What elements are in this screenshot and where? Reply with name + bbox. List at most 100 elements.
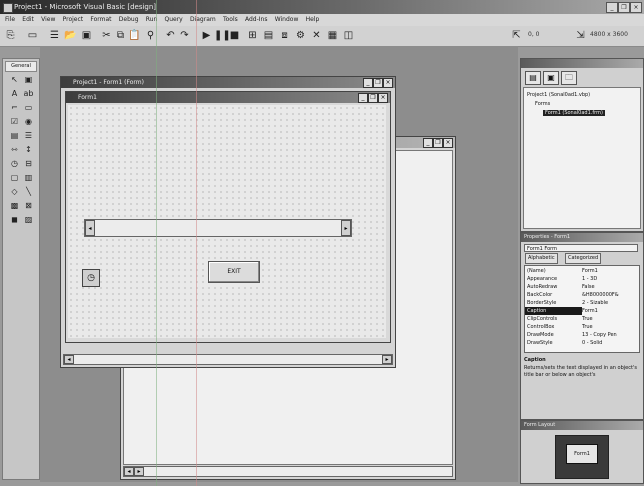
designer-maximize-icon[interactable]: ❐ <box>373 78 383 88</box>
shape-icon[interactable]: ◇ <box>9 187 20 197</box>
checkbox-icon[interactable]: ☑ <box>9 117 20 127</box>
menu-add-ins[interactable]: Add-Ins <box>245 14 267 26</box>
form-horizontal-scrollbar[interactable]: ◂ ▸ <box>84 219 352 237</box>
form-layout-icon[interactable]: ⧈ <box>278 29 291 42</box>
form1-minimize-icon[interactable]: _ <box>358 93 368 103</box>
menu-file[interactable]: File <box>5 14 15 26</box>
drivelistbox-icon[interactable]: ⊟ <box>23 159 34 169</box>
property-row[interactable]: BorderStyle 2 - Sizable <box>525 299 635 307</box>
bg-close-icon[interactable]: × <box>443 138 453 148</box>
menu-debug[interactable]: Debug <box>119 14 139 26</box>
data-view-icon[interactable]: ▦ <box>326 29 339 42</box>
hscrollbar-icon[interactable]: ⇿ <box>9 145 20 155</box>
toolbox-icon[interactable]: ✕ <box>310 29 323 42</box>
image-icon[interactable]: ▩ <box>9 201 20 211</box>
property-row[interactable]: ControlBox True <box>525 323 635 331</box>
property-row[interactable]: BackColor &H8000000F& <box>525 291 635 299</box>
exit-button[interactable]: EXIT <box>208 261 260 283</box>
menu-project[interactable]: Project <box>63 14 84 26</box>
tree-item-forms[interactable]: Forms <box>535 101 550 107</box>
bg-scroll-right-icon[interactable]: ▸ <box>134 467 144 476</box>
object-selector[interactable]: Form1 Form <box>524 244 638 252</box>
filelistbox-icon[interactable]: ▥ <box>23 173 34 183</box>
start-icon[interactable]: ▶ <box>200 29 213 42</box>
menu-help[interactable]: Help <box>306 14 320 26</box>
add-form-icon[interactable]: ▭ <box>26 29 39 42</box>
menu-query[interactable]: Query <box>165 14 183 26</box>
listbox-icon[interactable]: ☰ <box>23 131 34 141</box>
bg-minimize-icon[interactable]: _ <box>423 138 433 148</box>
designer-scroll-right-icon[interactable]: ▸ <box>382 355 392 364</box>
data-icon[interactable]: ⊠ <box>23 201 34 211</box>
pointer-icon[interactable]: ↖ <box>9 75 20 85</box>
designer-window[interactable]: Project1 - Form1 (Form) _ ❐ × Form1 _ ❐ … <box>60 76 396 368</box>
toolbox-tab-general[interactable]: General <box>5 61 37 72</box>
form1-window[interactable]: Form1 _ ❐ × ◂ ▸ ◷ EXIT <box>65 91 391 343</box>
property-row[interactable]: DrawMode 13 - Copy Pen <box>525 331 635 339</box>
optionbutton-icon[interactable]: ◉ <box>23 117 34 127</box>
break-icon[interactable]: ❚❚ <box>214 29 231 42</box>
designer-minimize-icon[interactable]: _ <box>363 78 373 88</box>
redo-icon[interactable]: ↷ <box>178 29 191 42</box>
toggle-folders-icon[interactable]: 🗀 <box>561 71 577 85</box>
tree-item-form1[interactable]: Form1 (Sonal0ad1.frm) <box>543 110 605 116</box>
ole-icon[interactable]: ◼ <box>9 215 20 225</box>
view-object-icon[interactable]: ▣ <box>543 71 559 85</box>
menu-editor-icon[interactable]: ☰ <box>48 29 61 42</box>
form1-close-icon[interactable]: × <box>378 93 388 103</box>
open-project-icon[interactable]: 📂 <box>64 29 77 42</box>
cut-icon[interactable]: ✂ <box>100 29 113 42</box>
maximize-button[interactable]: ❐ <box>618 2 630 13</box>
combobox-icon[interactable]: ▤ <box>9 131 20 141</box>
commandbutton-icon[interactable]: ▭ <box>23 103 34 113</box>
save-project-icon[interactable]: ▣ <box>80 29 93 42</box>
frame-icon[interactable]: ⌐ <box>9 103 20 113</box>
menu-diagram[interactable]: Diagram <box>190 14 216 26</box>
designer-scroll-left-icon[interactable]: ◂ <box>64 355 74 364</box>
label-icon[interactable]: A <box>9 89 20 99</box>
copy-icon[interactable]: ⧉ <box>114 29 127 42</box>
tree-item-project[interactable]: Project1 (Sonal0ad1.vbp) <box>527 92 590 98</box>
project-explorer-icon[interactable]: ⊞ <box>246 29 259 42</box>
tab-categorized[interactable]: Categorized <box>565 253 602 264</box>
layout-form-preview[interactable]: Form1 <box>566 444 598 464</box>
designer-horizontal-scrollbar[interactable]: ◂ ▸ <box>63 354 393 365</box>
timer-control-icon[interactable]: ◷ <box>82 269 100 287</box>
property-row[interactable]: AutoRedraw False <box>525 283 635 291</box>
hscroll-left-arrow-icon[interactable]: ◂ <box>85 220 95 236</box>
vscrollbar-icon[interactable]: ↕ <box>23 145 34 155</box>
bg-horizontal-scrollbar[interactable]: ◂ ▸ <box>123 466 453 477</box>
designer-close-icon[interactable]: × <box>383 78 393 88</box>
view-code-icon[interactable]: ▤ <box>525 71 541 85</box>
object-browser-icon[interactable]: ⚙ <box>294 29 307 42</box>
undo-icon[interactable]: ↶ <box>164 29 177 42</box>
hscroll-right-arrow-icon[interactable]: ▸ <box>341 220 351 236</box>
menu-view[interactable]: View <box>41 14 55 26</box>
timer-icon[interactable]: ◷ <box>9 159 20 169</box>
extra-control-icon[interactable]: ▨ <box>23 215 34 225</box>
menu-window[interactable]: Window <box>275 14 299 26</box>
minimize-button[interactable]: _ <box>606 2 618 13</box>
form1-design-surface[interactable]: ◂ ▸ ◷ EXIT <box>68 105 386 338</box>
property-row-selected[interactable]: Caption Form1 <box>525 307 638 315</box>
property-row[interactable]: ClipControls True <box>525 315 635 323</box>
paste-icon[interactable]: 📋 <box>128 29 141 42</box>
property-row[interactable]: (Name) Form1 <box>525 267 635 275</box>
component-manager-icon[interactable]: ◫ <box>342 29 355 42</box>
property-row[interactable]: Appearance 1 - 3D <box>525 275 635 283</box>
menu-format[interactable]: Format <box>90 14 111 26</box>
line-icon[interactable]: ╲ <box>23 187 34 197</box>
textbox-icon[interactable]: ab <box>23 89 34 99</box>
picturebox-icon[interactable]: ▣ <box>23 75 34 85</box>
bg-scroll-left-icon[interactable]: ◂ <box>124 467 134 476</box>
dirlistbox-icon[interactable]: ▢ <box>9 173 20 183</box>
property-row[interactable]: DrawStyle 0 - Solid <box>525 339 635 347</box>
properties-window-icon[interactable]: ▤ <box>262 29 275 42</box>
menu-edit[interactable]: Edit <box>22 14 34 26</box>
menu-tools[interactable]: Tools <box>223 14 238 26</box>
form1-maximize-icon[interactable]: ❐ <box>368 93 378 103</box>
end-icon[interactable]: ■ <box>228 29 241 42</box>
tab-alphabetic[interactable]: Alphabetic <box>525 253 558 264</box>
close-button[interactable]: × <box>630 2 642 13</box>
add-project-icon[interactable]: ⎘ <box>4 29 17 42</box>
